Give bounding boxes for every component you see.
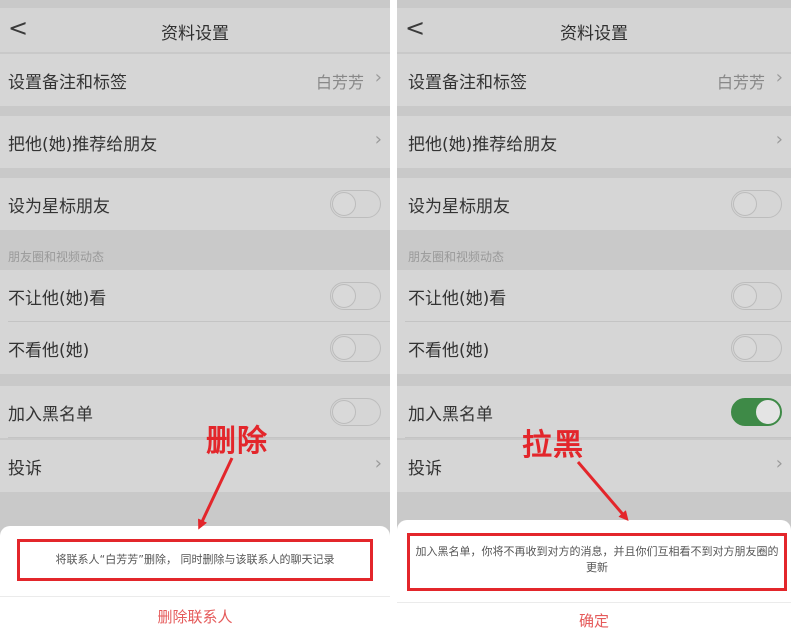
toggle-knob	[332, 400, 356, 424]
section-header: 朋友圈和视频动态	[0, 236, 390, 270]
toggle-knob	[332, 284, 356, 308]
action-sheet: 加入黑名单，你将不再收到对方的消息，并且你们互相看不到对方朋友圈的更新 确定	[397, 520, 791, 637]
section-header: 朋友圈和视频动态	[397, 236, 791, 270]
toggle-knob	[733, 284, 757, 308]
row-label: 不看他(她)	[408, 341, 490, 361]
blacklist-toggle[interactable]	[330, 398, 381, 426]
hide-from-toggle[interactable]	[731, 282, 782, 310]
row-remark-tags[interactable]: 设置备注和标签 白芳芳 ›	[0, 54, 390, 106]
divider	[397, 602, 791, 603]
divider	[8, 437, 390, 438]
row-hide-theirs: 不看他(她)	[0, 322, 390, 374]
row-blacklist: 加入黑名单	[0, 386, 390, 438]
row-remark-tags[interactable]: 设置备注和标签 白芳芳 ›	[397, 54, 791, 106]
row-label: 加入黑名单	[8, 405, 93, 425]
annotation-delete-label: 删除	[206, 424, 268, 459]
star-toggle[interactable]	[731, 190, 782, 218]
row-label: 设置备注和标签	[408, 73, 527, 93]
row-hide-from: 不让他(她)看	[0, 270, 390, 322]
remark-value: 白芳芳	[315, 73, 364, 92]
chevron-right-icon: ›	[374, 67, 382, 88]
row-label: 设置备注和标签	[8, 73, 127, 93]
nav-bar: < 资料设置	[0, 8, 390, 52]
row-label: 不让他(她)看	[408, 289, 507, 309]
chevron-right-icon: ›	[775, 453, 783, 474]
row-hide-from: 不让他(她)看	[397, 270, 791, 322]
nav-bar: < 资料设置	[397, 8, 791, 52]
row-label: 投诉	[8, 459, 42, 479]
hide-from-toggle[interactable]	[330, 282, 381, 310]
row-label: 把他(她)推荐给朋友	[8, 135, 158, 155]
chevron-right-icon: ›	[374, 129, 382, 150]
chevron-right-icon: ›	[775, 129, 783, 150]
row-report[interactable]: 投诉 ›	[397, 440, 791, 492]
hide-theirs-toggle[interactable]	[731, 334, 782, 362]
row-blacklist: 加入黑名单	[397, 386, 791, 438]
row-star-friend: 设为星标朋友	[0, 178, 390, 230]
status-bar	[0, 0, 390, 8]
annotation-block-label: 拉黑	[522, 428, 584, 463]
star-toggle[interactable]	[330, 190, 381, 218]
delete-contact-button[interactable]: 删除联系人	[0, 606, 390, 627]
hide-theirs-toggle[interactable]	[330, 334, 381, 362]
sheet-message: 将联系人“白芳芳”删除， 同时删除与该联系人的聊天记录	[55, 553, 335, 566]
page-title: 资料设置	[161, 24, 229, 44]
row-label: 设为星标朋友	[408, 197, 510, 217]
sheet-message: 加入黑名单，你将不再收到对方的消息，并且你们互相看不到对方朋友圈的更新	[415, 545, 779, 574]
page-title: 资料设置	[560, 24, 628, 44]
action-sheet: 将联系人“白芳芳”删除， 同时删除与该联系人的聊天记录 删除联系人	[0, 526, 390, 637]
chevron-right-icon: ›	[374, 453, 382, 474]
row-label: 不看他(她)	[8, 341, 90, 361]
status-bar	[397, 0, 791, 8]
row-recommend[interactable]: 把他(她)推荐给朋友 ›	[0, 116, 390, 168]
row-label: 不让他(她)看	[8, 289, 107, 309]
toggle-knob	[756, 400, 780, 424]
row-label: 加入黑名单	[408, 405, 493, 425]
row-label: 设为星标朋友	[8, 197, 110, 217]
divider	[405, 437, 791, 438]
row-star-friend: 设为星标朋友	[397, 178, 791, 230]
row-report[interactable]: 投诉 ›	[0, 440, 390, 492]
toggle-knob	[733, 336, 757, 360]
divider	[0, 596, 390, 597]
section-title: 朋友圈和视频动态	[408, 250, 505, 264]
toggle-knob	[332, 192, 356, 216]
row-label: 把他(她)推荐给朋友	[408, 135, 558, 155]
remark-value: 白芳芳	[716, 73, 765, 92]
row-recommend[interactable]: 把他(她)推荐给朋友 ›	[397, 116, 791, 168]
right-screenshot: < 资料设置 设置备注和标签 白芳芳 › 把他(她)推荐给朋友 › 设为星标朋友…	[397, 0, 791, 637]
blacklist-toggle[interactable]	[731, 398, 782, 426]
chevron-right-icon: ›	[775, 67, 783, 88]
left-screenshot: < 资料设置 设置备注和标签 白芳芳 › 把他(她)推荐给朋友 › 设为星标朋友…	[0, 0, 390, 637]
confirm-button[interactable]: 确定	[397, 610, 791, 631]
toggle-knob	[332, 336, 356, 360]
section-title: 朋友圈和视频动态	[8, 250, 105, 264]
row-label: 投诉	[408, 459, 442, 479]
row-hide-theirs: 不看他(她)	[397, 322, 791, 374]
toggle-knob	[733, 192, 757, 216]
